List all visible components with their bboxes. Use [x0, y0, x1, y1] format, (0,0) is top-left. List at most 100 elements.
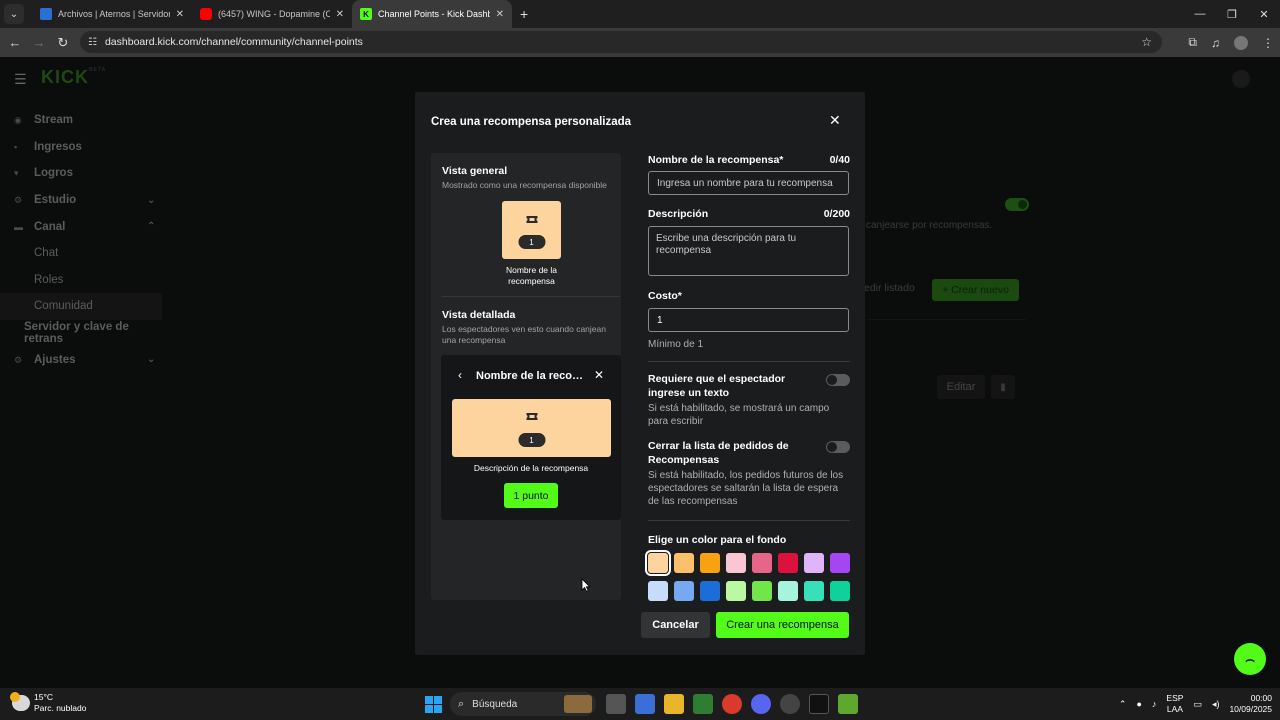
sidebar-item-comunidad[interactable]: Comunidad: [0, 293, 162, 320]
create-new-button[interactable]: + Crear nuevo: [932, 279, 1019, 301]
task-view-icon[interactable]: [606, 694, 626, 714]
close-window-icon[interactable]: ✕: [1248, 0, 1280, 28]
chevron-up-icon[interactable]: ⌃: [1119, 699, 1127, 710]
minecraft-launcher-icon[interactable]: [838, 694, 858, 714]
color-swatch-1[interactable]: [645, 550, 671, 576]
new-tab-icon[interactable]: +: [520, 6, 528, 22]
skip-queue-hint: Si está habilitado, los pedidos futuros …: [648, 470, 844, 507]
volume-icon[interactable]: ◂): [1212, 699, 1220, 710]
close-tab-icon[interactable]: ✕: [336, 9, 344, 20]
color-swatch-4[interactable]: [726, 553, 746, 573]
profile-avatar[interactable]: [1234, 35, 1248, 50]
media-control-icon[interactable]: ♫: [1211, 36, 1220, 50]
color-swatch-8[interactable]: [830, 553, 850, 573]
color-swatch-5[interactable]: [752, 553, 772, 573]
network-icon[interactable]: ▭: [1193, 699, 1202, 710]
menu-kebab-icon[interactable]: ⋮: [1262, 36, 1274, 50]
minimize-icon[interactable]: —: [1184, 0, 1216, 28]
channel-points-toggle[interactable]: [1005, 198, 1029, 211]
back-icon[interactable]: ←: [3, 35, 27, 50]
cost-input[interactable]: [648, 308, 849, 332]
address-bar[interactable]: ☷ dashboard.kick.com/channel/community/c…: [80, 31, 1162, 53]
tab-kick-dashboard[interactable]: K Channel Points - Kick Dashboard ✕: [352, 0, 512, 28]
chevron-down-icon: ⌄: [147, 354, 156, 366]
pause-requests-button[interactable]: edir listado: [864, 282, 915, 294]
microphone-icon[interactable]: ♪: [1152, 699, 1157, 709]
weather-widget[interactable]: 15°C Parc. nublado: [10, 691, 86, 713]
cost-hint: Mínimo de 1: [648, 339, 704, 350]
minecraft-icon[interactable]: [693, 694, 713, 714]
sidebar-item-stream[interactable]: ◉ Stream: [0, 107, 170, 134]
copilot-icon[interactable]: [635, 694, 655, 714]
color-swatch-7[interactable]: [804, 553, 824, 573]
require-text-toggle[interactable]: [826, 374, 850, 386]
trash-icon[interactable]: ▮: [991, 375, 1015, 399]
language-indicator[interactable]: ESP LAA: [1166, 693, 1183, 714]
require-text-hint: Si está habilitado, se mostrará un campo…: [648, 403, 830, 427]
create-reward-button[interactable]: Crear una recompensa: [716, 612, 849, 638]
color-swatch-14[interactable]: [778, 581, 798, 601]
chrome-icon[interactable]: [722, 694, 742, 714]
user-avatar[interactable]: [1232, 70, 1250, 88]
color-swatch-10[interactable]: [674, 581, 694, 601]
site-info-icon[interactable]: ☷: [88, 37, 97, 48]
close-tab-icon[interactable]: ✕: [176, 9, 184, 20]
sidebar-item-ajustes[interactable]: ⚙ Ajustes ⌄: [0, 346, 170, 373]
tab-search-icon[interactable]: ⌄: [4, 4, 24, 24]
color-swatch-9[interactable]: [648, 581, 668, 601]
capcut-icon[interactable]: [809, 694, 829, 714]
reload-icon[interactable]: ↻: [51, 35, 75, 51]
tab-aternos[interactable]: Archivos | Aternos | Servidor gratis ✕: [32, 0, 192, 28]
windows-start-icon[interactable]: [425, 696, 442, 713]
windows-taskbar: 15°C Parc. nublado ⌕ Búsqueda ⌃ ● ♪ ESP …: [0, 688, 1280, 720]
sidebar-item-logros[interactable]: ▾ Logros: [0, 160, 170, 187]
close-tab-icon[interactable]: ✕: [496, 9, 504, 20]
support-chat-icon[interactable]: ⌢: [1234, 643, 1266, 675]
gear-icon: ⚙: [14, 354, 23, 365]
taskbar-search[interactable]: ⌕ Búsqueda: [450, 692, 596, 716]
sidebar-item-ingresos[interactable]: ▪ Ingresos: [0, 134, 170, 161]
sidebar-item-canal[interactable]: ▬ Canal ⌃: [0, 213, 170, 240]
tab-title: Channel Points - Kick Dashboard: [378, 9, 490, 19]
wallet-icon: ▪: [14, 141, 18, 152]
color-swatch-11[interactable]: [700, 581, 720, 601]
name-char-count: 0/40: [829, 154, 850, 166]
reward-description-input[interactable]: [648, 226, 849, 276]
bookmark-star-icon[interactable]: ☆: [1141, 35, 1152, 49]
kick-logo[interactable]: KICKBETA: [41, 67, 106, 88]
color-swatch-16[interactable]: [830, 581, 850, 601]
sidebar-item-chat[interactable]: Chat: [0, 240, 170, 267]
sidebar-item-servidor[interactable]: Servidor y clave de retrans: [0, 320, 170, 347]
sidebar-item-label: Stream: [34, 114, 73, 127]
close-icon[interactable]: ✕: [829, 112, 841, 129]
extensions-icon[interactable]: ⧉: [1188, 35, 1197, 50]
reward-card-label: Nombre de la recompensa: [505, 265, 558, 287]
color-swatch-12[interactable]: [726, 581, 746, 601]
reward-name-input[interactable]: [648, 171, 849, 195]
mouse-cursor-icon: [581, 578, 591, 592]
color-swatch-6[interactable]: [778, 553, 798, 573]
color-swatch-15[interactable]: [804, 581, 824, 601]
sidebar-item-estudio[interactable]: ⚙ Estudio ⌄: [0, 187, 170, 214]
tray-app-icon[interactable]: ●: [1136, 699, 1141, 709]
tab-youtube[interactable]: (6457) WING - Dopamine (Official ✕: [192, 0, 352, 28]
clock[interactable]: 00:00 10/09/2025: [1229, 693, 1272, 714]
cancel-button[interactable]: Cancelar: [641, 612, 710, 638]
steam-icon[interactable]: [780, 694, 800, 714]
maximize-icon[interactable]: ❐: [1216, 0, 1248, 28]
color-swatch-13[interactable]: [752, 581, 772, 601]
hamburger-menu-icon[interactable]: ☰: [14, 71, 27, 88]
kick-favicon-icon: K: [360, 8, 372, 20]
divider: [648, 361, 850, 362]
reward-preview-panel: Vista general Mostrado como una recompen…: [431, 153, 621, 600]
skip-queue-toggle[interactable]: [826, 441, 850, 453]
file-explorer-icon[interactable]: [664, 694, 684, 714]
sidebar-item-roles[interactable]: Roles: [0, 267, 170, 294]
edit-button[interactable]: Editar: [937, 375, 985, 399]
discord-icon[interactable]: [751, 694, 771, 714]
cost-label: Costo*: [648, 290, 682, 302]
forward-icon[interactable]: →: [27, 35, 51, 50]
color-swatch-2[interactable]: [674, 553, 694, 573]
color-swatch-3[interactable]: [700, 553, 720, 573]
close-icon: ✕: [594, 368, 605, 382]
